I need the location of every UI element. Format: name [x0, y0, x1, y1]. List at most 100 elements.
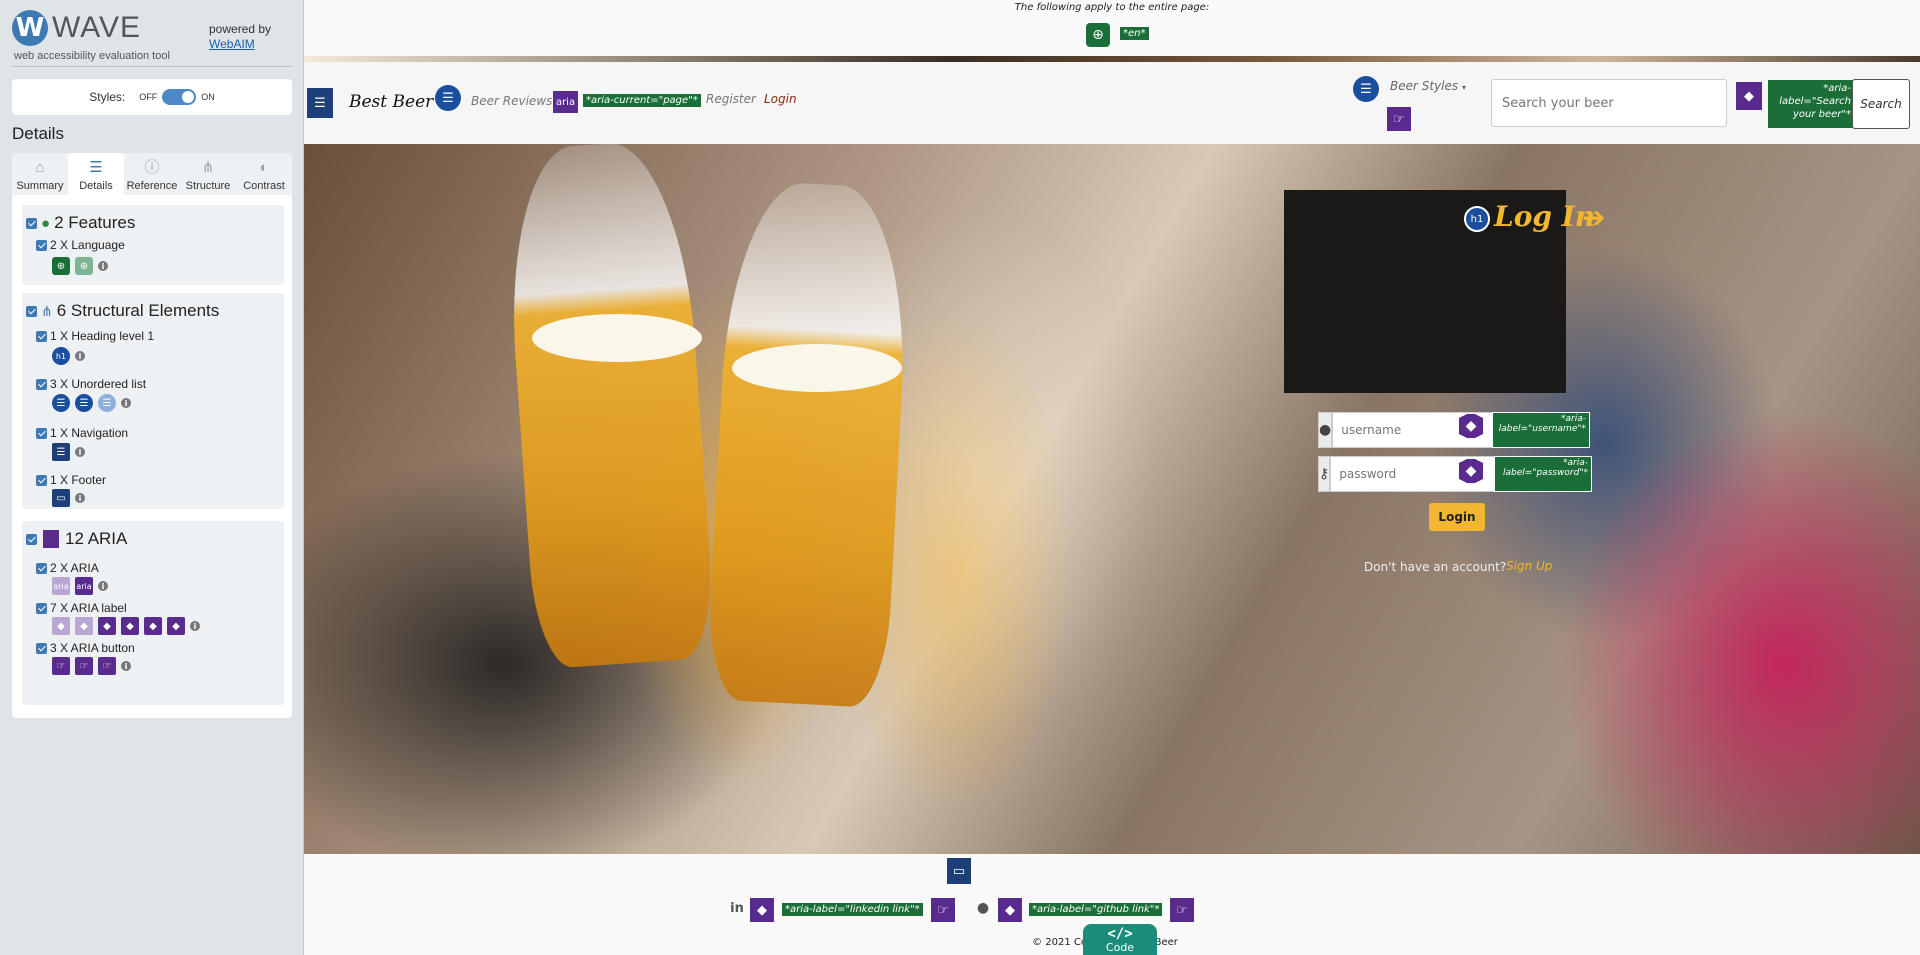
nav-beer-reviews[interactable]: Beer Reviews: [471, 94, 552, 108]
tag-icon[interactable]: ◆: [144, 617, 162, 635]
info-icon[interactable]: i: [121, 661, 131, 671]
features-heading-label: 2 Features: [54, 213, 136, 232]
info-icon[interactable]: i: [98, 261, 108, 271]
structure-heading-label: 6 Structural Elements: [56, 301, 220, 320]
structure-checkbox[interactable]: [26, 305, 37, 317]
styles-off-label: OFF: [139, 92, 158, 102]
item-checkbox[interactable]: [36, 602, 47, 614]
globe-icon[interactable]: ⊕: [75, 257, 93, 275]
structure-item-list[interactable]: 3 X Unordered list: [36, 377, 146, 391]
language-icons: ⊕ ⊕ i: [52, 257, 108, 275]
wave-sidebar: W WAVE web accessibility evaluation tool…: [0, 0, 304, 955]
info-icon[interactable]: i: [121, 398, 131, 408]
aria-icon[interactable]: aria: [52, 577, 70, 595]
page-wide-notes: The following apply to the entire page: …: [304, 0, 1920, 56]
item-checkbox[interactable]: [36, 330, 47, 342]
tag-icon[interactable]: ◆: [998, 898, 1022, 922]
item-checkbox[interactable]: [36, 642, 47, 654]
aria-button-icon[interactable]: ☞: [1387, 107, 1411, 131]
unordered-list-icon[interactable]: ☰: [1353, 76, 1379, 102]
navigation-icon[interactable]: ☰: [307, 88, 333, 118]
footer-icon[interactable]: ▭: [947, 858, 971, 884]
aria-item-button[interactable]: 3 X ARIA button: [36, 641, 135, 655]
aria-item-label: 3 X ARIA button: [50, 641, 135, 655]
aria-button-icon[interactable]: ☞: [75, 657, 93, 675]
evaluated-page: The following apply to the entire page: …: [304, 0, 1920, 955]
info-icon[interactable]: i: [190, 621, 200, 631]
details-heading: Details: [12, 124, 64, 143]
styles-toggle[interactable]: [162, 89, 197, 105]
search-input[interactable]: [1491, 79, 1727, 127]
aria-icon[interactable]: aria: [75, 577, 93, 595]
item-checkbox[interactable]: [36, 474, 47, 486]
password-aria-label-tag: *aria-label="password"*: [1494, 456, 1592, 492]
tag-icon[interactable]: ◆: [167, 617, 185, 635]
styles-on-label: ON: [201, 92, 215, 102]
item-checkbox[interactable]: [36, 427, 47, 439]
feature-item-language[interactable]: 2 X Language: [36, 238, 125, 252]
feature-item-label: 2 X Language: [50, 238, 125, 252]
aria-current-tag: *aria-current="page"*: [583, 94, 701, 107]
aria-item-aria[interactable]: 2 X ARIA: [36, 561, 99, 575]
aria-item-label-row[interactable]: 7 X ARIA label: [36, 601, 127, 615]
aria-button-icon[interactable]: ☞: [98, 657, 116, 675]
info-icon[interactable]: i: [75, 447, 85, 457]
globe-icon[interactable]: ⊕: [1086, 23, 1110, 47]
tag-icon[interactable]: ◆: [750, 898, 774, 922]
user-icon: ●: [1318, 412, 1333, 448]
aria-heading[interactable]: 12 ARIA: [26, 529, 127, 549]
info-icon[interactable]: i: [75, 493, 85, 503]
wave-tabs: ⌂ Summary ☰ Details ⓘ Reference ⋔ Struct…: [12, 153, 292, 195]
tab-reference[interactable]: ⓘ Reference: [124, 153, 180, 195]
info-icon: ⓘ: [144, 159, 160, 176]
tag-icon[interactable]: ◆: [98, 617, 116, 635]
search-button[interactable]: Search: [1852, 79, 1910, 129]
structure-item-footer[interactable]: 1 X Footer: [36, 473, 106, 487]
unordered-list-icon[interactable]: ☰: [75, 394, 93, 412]
item-checkbox[interactable]: [36, 562, 47, 574]
nav-login[interactable]: Login: [764, 92, 797, 106]
structure-item-heading[interactable]: 1 X Heading level 1: [36, 329, 154, 343]
wave-logo[interactable]: W WAVE: [12, 10, 141, 46]
unordered-list-icon[interactable]: ☰: [98, 394, 116, 412]
linkedin-icon[interactable]: in: [729, 900, 745, 916]
unordered-list-icon[interactable]: ☰: [435, 85, 461, 111]
info-icon[interactable]: i: [98, 581, 108, 591]
beer-styles-dropdown[interactable]: Beer Styles ▾: [1390, 79, 1466, 93]
site-navbar: ☰ Best Beer ☰ Beer Reviews aria *aria-cu…: [304, 62, 1920, 144]
language-checkbox[interactable]: [36, 239, 47, 251]
h1-icon[interactable]: h1: [1464, 206, 1490, 232]
webaim-link[interactable]: WebAIM: [209, 37, 255, 51]
structure-item-navigation[interactable]: 1 X Navigation: [36, 426, 128, 440]
aria-checkbox[interactable]: [26, 533, 37, 545]
info-icon[interactable]: i: [75, 351, 85, 361]
aria-button-icon[interactable]: ☞: [1170, 898, 1194, 922]
features-heading[interactable]: ● 2 Features: [26, 213, 135, 233]
h1-icon[interactable]: h1: [52, 347, 70, 365]
tag-icon[interactable]: ◆: [121, 617, 139, 635]
sign-up-link[interactable]: Sign Up: [1506, 559, 1552, 573]
structure-heading[interactable]: ⋔ 6 Structural Elements: [26, 301, 219, 321]
globe-icon[interactable]: ⊕: [52, 257, 70, 275]
tag-icon[interactable]: ◆: [1736, 82, 1762, 110]
code-toggle-button[interactable]: </> Code: [1083, 924, 1157, 955]
nav-register[interactable]: Register: [706, 92, 756, 106]
tab-structure[interactable]: ⋔ Structure: [180, 153, 236, 195]
brand-logo[interactable]: Best Beer: [349, 92, 433, 112]
beer-glass-left: [501, 144, 717, 670]
tab-contrast[interactable]: ◐ Contrast: [236, 153, 292, 195]
tab-details[interactable]: ☰ Details: [68, 153, 124, 195]
aria-button-icon[interactable]: ☞: [931, 898, 955, 922]
aria-icon[interactable]: aria: [553, 91, 578, 113]
tag-icon[interactable]: ◆: [75, 617, 93, 635]
navigation-icon[interactable]: ☰: [52, 443, 70, 461]
tag-icon[interactable]: ◆: [52, 617, 70, 635]
item-checkbox[interactable]: [36, 378, 47, 390]
aria-button-icon[interactable]: ☞: [52, 657, 70, 675]
tab-summary[interactable]: ⌂ Summary: [12, 153, 68, 195]
footer-icon[interactable]: ▭: [52, 489, 70, 507]
unordered-list-icon[interactable]: ☰: [52, 394, 70, 412]
github-icon[interactable]: ●: [975, 900, 991, 916]
features-checkbox[interactable]: [26, 217, 37, 229]
login-button[interactable]: Login: [1429, 503, 1485, 531]
